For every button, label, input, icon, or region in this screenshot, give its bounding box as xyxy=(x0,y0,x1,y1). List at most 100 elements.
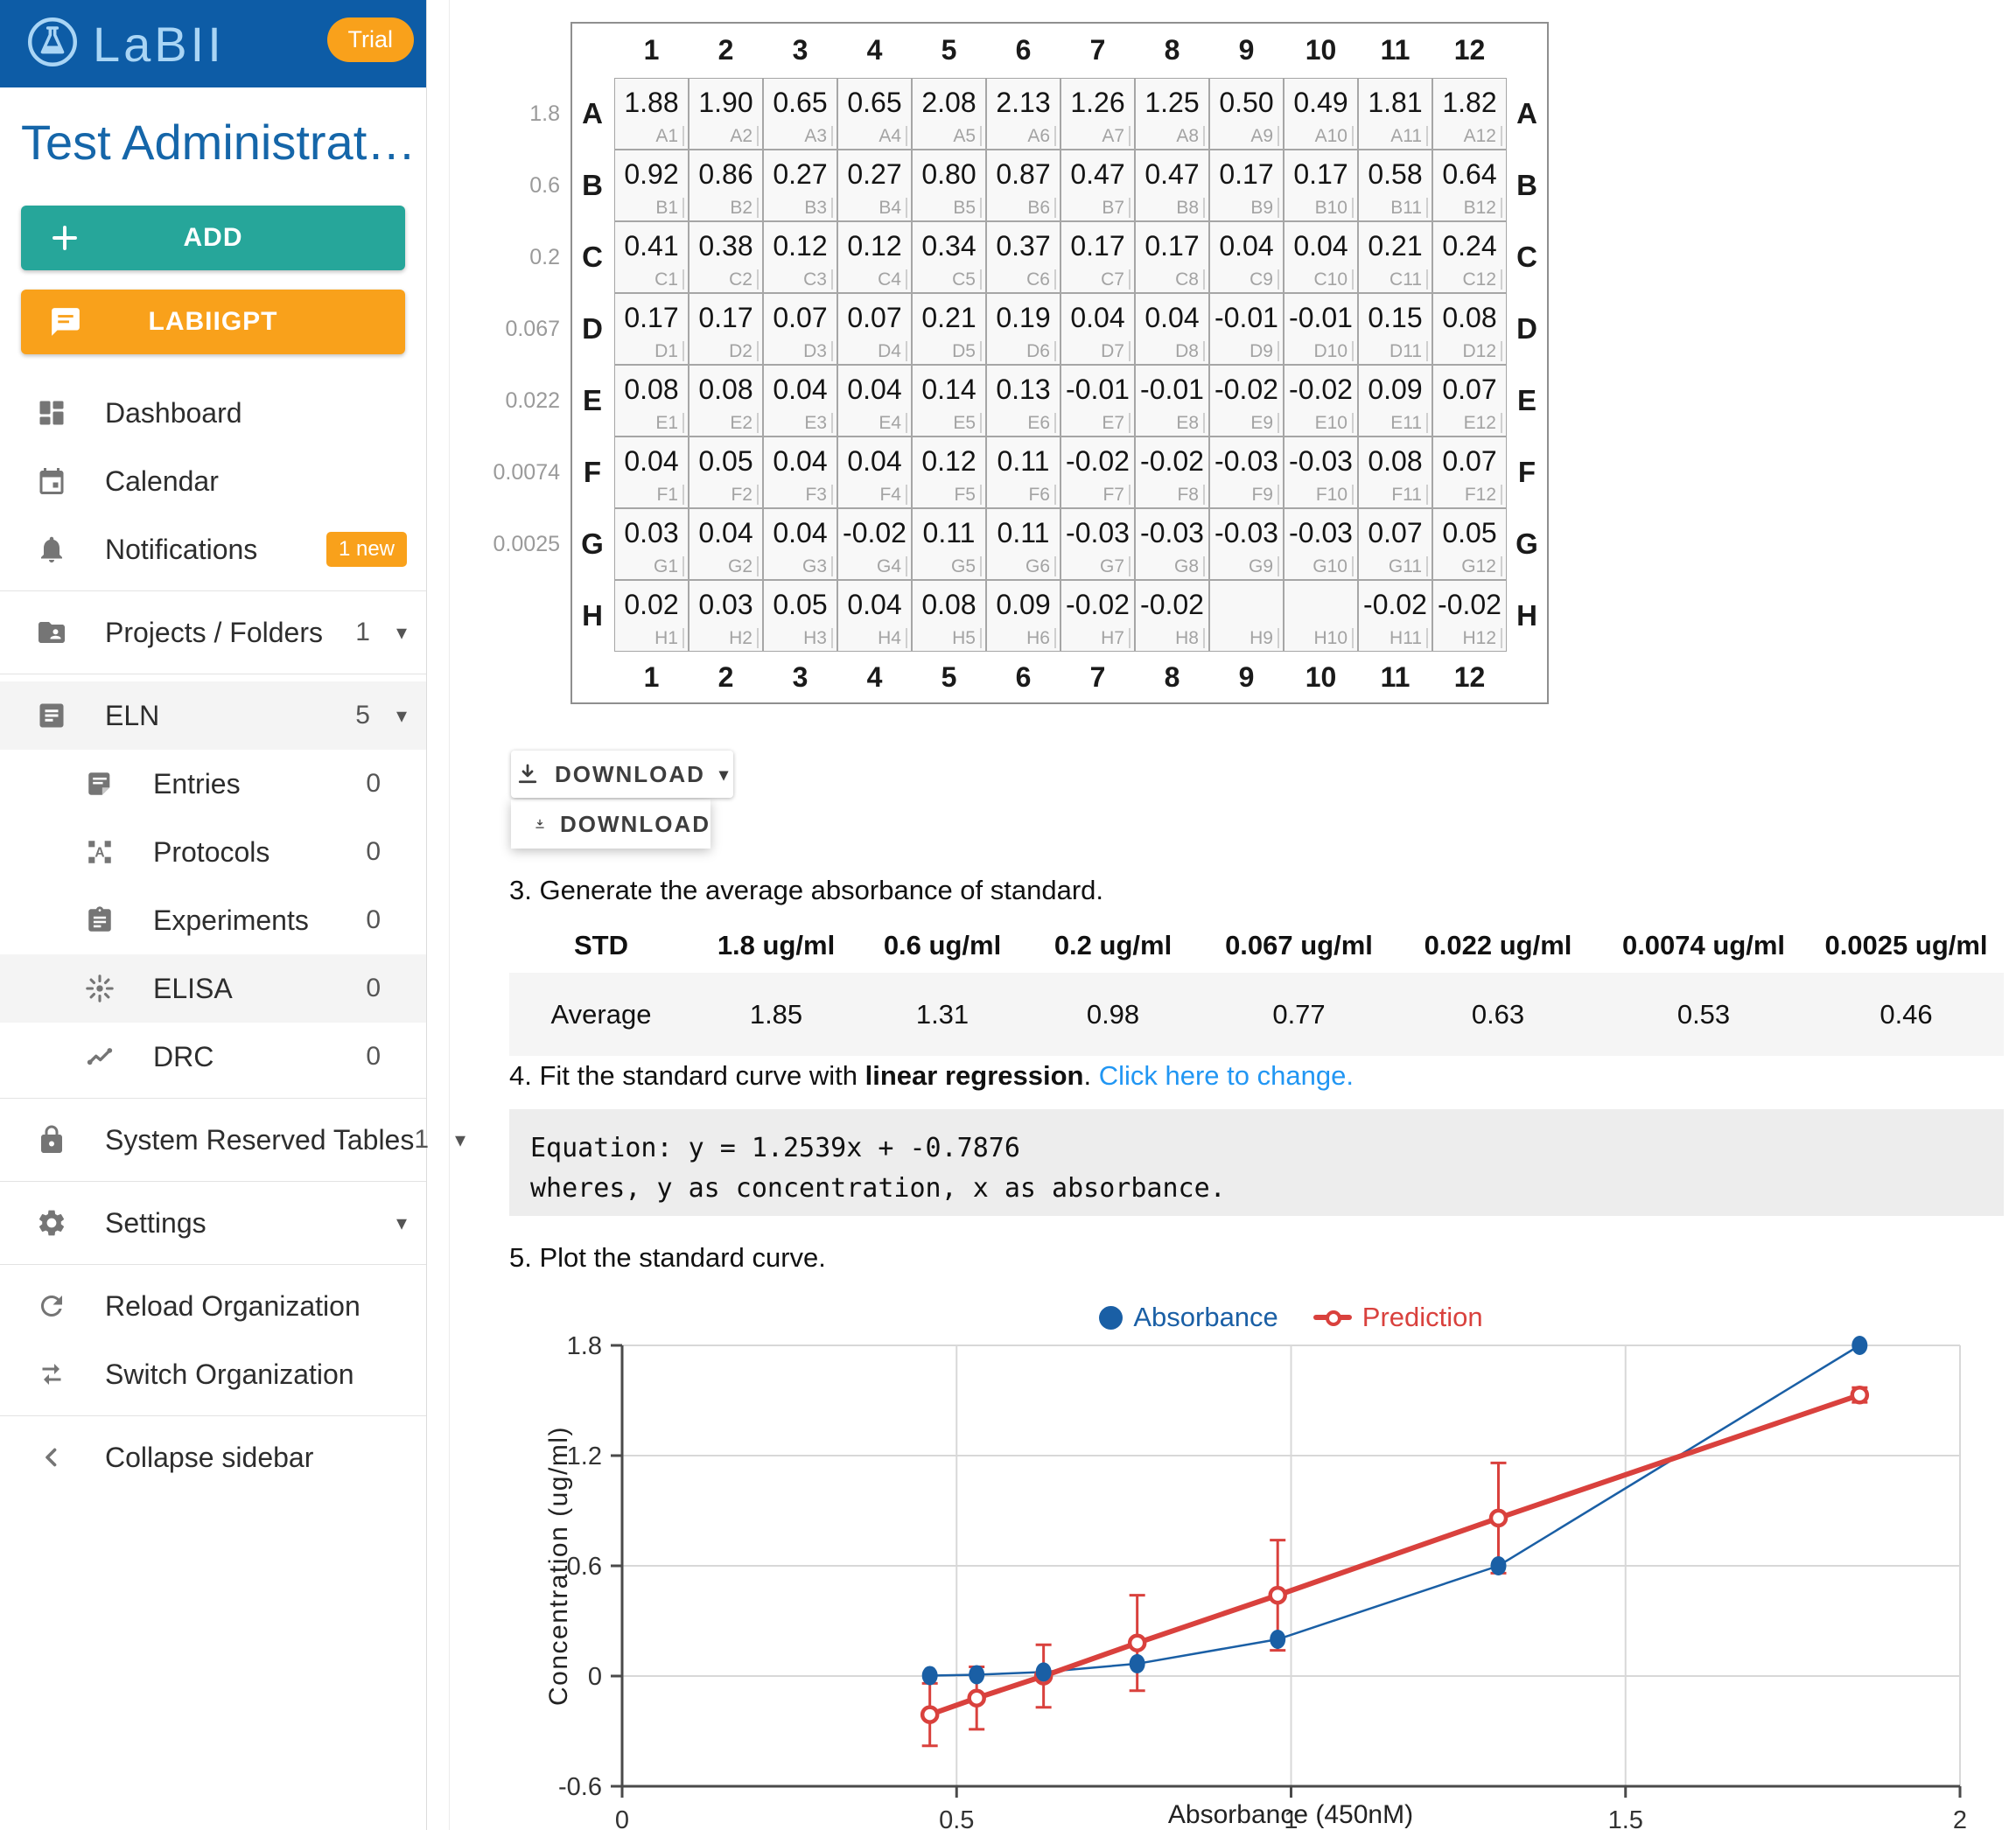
sidebar-item-switch-organization[interactable]: Switch Organization xyxy=(0,1340,426,1408)
well-cell: -0.03F10 xyxy=(1284,437,1358,508)
well-cell: -0.02H12 xyxy=(1432,580,1507,652)
well-id-label: E1 xyxy=(655,413,684,433)
well-value: 0.08 xyxy=(1359,445,1432,478)
sidebar-item-eln[interactable]: ELN 5 ▾ xyxy=(0,681,426,750)
well-cell: 0.07G11 xyxy=(1358,508,1432,580)
sidebar-item-notifications[interactable]: Notifications 1 new xyxy=(0,515,426,583)
item-count: 0 xyxy=(366,769,381,799)
sidebar-item-label: ELN xyxy=(105,700,355,732)
download-icon xyxy=(534,811,546,837)
well-value: 0.07 xyxy=(838,302,911,334)
well-value: -0.03 xyxy=(1136,517,1208,549)
well-value: 0.05 xyxy=(764,589,836,621)
well-id-label: B10 xyxy=(1315,198,1354,218)
well-cell: -0.01E7 xyxy=(1060,365,1135,437)
well-id-label: D8 xyxy=(1175,341,1205,361)
well-value: 0.08 xyxy=(913,589,985,621)
std-header-cell: 0.0074 ug/ml xyxy=(1599,918,1809,973)
row-concentration-label: 0.0025 xyxy=(516,508,570,580)
sidebar-item-reload-organization[interactable]: Reload Organization xyxy=(0,1272,426,1340)
protocol-icon: A xyxy=(83,835,116,869)
well-id-label: G10 xyxy=(1312,556,1354,576)
svg-text:A: A xyxy=(94,846,104,861)
sidebar-item-projects-folders[interactable]: Projects / Folders 1 ▾ xyxy=(0,598,426,667)
well-id-label: H3 xyxy=(803,628,833,648)
well-id-label: G7 xyxy=(1100,556,1130,576)
flask-logo-icon xyxy=(24,14,80,74)
well-id-label: B2 xyxy=(730,198,759,218)
sidebar-item-settings[interactable]: Settings ▾ xyxy=(0,1189,426,1257)
well-value: 1.26 xyxy=(1061,87,1134,119)
row-concentration-label: 1.8 xyxy=(516,78,570,150)
labii-logo[interactable]: LaBII xyxy=(24,14,225,74)
collapse-sidebar-button[interactable]: Collapse sidebar xyxy=(0,1423,426,1491)
well-id-label: F2 xyxy=(731,485,759,505)
well-value: 0.21 xyxy=(913,302,985,334)
well-cell: 0.09E11 xyxy=(1358,365,1432,437)
well-id-label: G2 xyxy=(728,556,759,576)
plate-row-letter: E xyxy=(1507,365,1547,437)
well-value: 1.82 xyxy=(1433,87,1506,119)
well-value: 0.87 xyxy=(987,158,1060,191)
well-cell: 0.04F1 xyxy=(614,437,689,508)
sidebar-item-experiments[interactable]: Experiments 0 xyxy=(0,886,426,954)
plate-row-letter: G xyxy=(1507,508,1547,580)
svg-text:1.5: 1.5 xyxy=(1608,1806,1643,1830)
well-cell: 0.17B10 xyxy=(1284,150,1358,221)
well-id-label: C12 xyxy=(1462,269,1502,290)
std-header-cell: 0.0025 ug/ml xyxy=(1809,918,2004,973)
chevron-down-icon[interactable]: ▾ xyxy=(396,1211,407,1236)
well-cell: -0.02F8 xyxy=(1135,437,1209,508)
well-value: 0.12 xyxy=(838,230,911,262)
well-id-label: D2 xyxy=(729,341,759,361)
well-value: 0.37 xyxy=(987,230,1060,262)
sidebar-item-calendar[interactable]: Calendar xyxy=(0,447,426,515)
add-button[interactable]: ADD xyxy=(21,206,405,270)
absorbance-point xyxy=(922,1666,938,1685)
well-value: 1.81 xyxy=(1359,87,1432,119)
well-value: -0.02 xyxy=(1136,589,1208,621)
labiigpt-button[interactable]: LABIIGPT xyxy=(21,290,405,354)
prediction-point xyxy=(1852,1387,1867,1402)
well-cell: 0.07D3 xyxy=(763,293,837,365)
sidebar-item-label: Settings xyxy=(105,1207,396,1240)
well-id-label: F1 xyxy=(656,485,684,505)
well-value: 0.47 xyxy=(1136,158,1208,191)
well-id-label: G11 xyxy=(1389,556,1428,576)
well-id-label: A11 xyxy=(1390,126,1428,146)
sidebar-item-system-reserved-tables[interactable]: System Reserved Tables 1 ▾ xyxy=(0,1106,426,1174)
chevron-down-icon[interactable]: ▾ xyxy=(396,703,407,729)
average-value: 1.85 xyxy=(693,973,859,1056)
well-cell: 0.87B6 xyxy=(986,150,1060,221)
well-id-label: E12 xyxy=(1464,413,1502,433)
well-value: 0.07 xyxy=(1433,445,1506,478)
sidebar-item-elisa[interactable]: ELISA 0 xyxy=(0,954,426,1023)
download-menu-item[interactable]: DOWNLOAD xyxy=(511,800,710,849)
lock-icon xyxy=(35,1123,68,1156)
well-id-label: C6 xyxy=(1026,269,1056,290)
change-fit-link[interactable]: Click here to change. xyxy=(1099,1060,1354,1091)
divider xyxy=(0,1264,426,1265)
well-cell: 0.11G5 xyxy=(912,508,986,580)
sidebar-item-protocols[interactable]: A Protocols 0 xyxy=(0,818,426,886)
sidebar-item-label: Switch Organization xyxy=(105,1359,407,1391)
sidebar-item-drc[interactable]: DRC 0 xyxy=(0,1023,426,1091)
well-value: 0.17 xyxy=(615,302,688,334)
chat-icon xyxy=(49,305,82,339)
well-cell: 0.27B4 xyxy=(837,150,912,221)
well-value: 0.03 xyxy=(690,589,762,621)
sidebar-item-dashboard[interactable]: Dashboard xyxy=(0,379,426,447)
chevron-down-icon[interactable]: ▾ xyxy=(396,620,407,646)
download-button[interactable]: DOWNLOAD ▾ xyxy=(511,751,733,798)
average-value: 0.98 xyxy=(1026,973,1200,1056)
well-cell: 0.14E5 xyxy=(912,365,986,437)
well-cell: 0.27B3 xyxy=(763,150,837,221)
note-icon xyxy=(83,767,116,800)
notifications-badge: 1 new xyxy=(326,532,407,567)
well-value: -0.01 xyxy=(1061,374,1134,406)
well-value: 0.17 xyxy=(1061,230,1134,262)
sidebar-item-entries[interactable]: Entries 0 xyxy=(0,750,426,818)
well-id-label: H9 xyxy=(1250,628,1279,648)
chevron-down-icon[interactable]: ▾ xyxy=(455,1128,466,1153)
well-id-label: B1 xyxy=(655,198,684,218)
